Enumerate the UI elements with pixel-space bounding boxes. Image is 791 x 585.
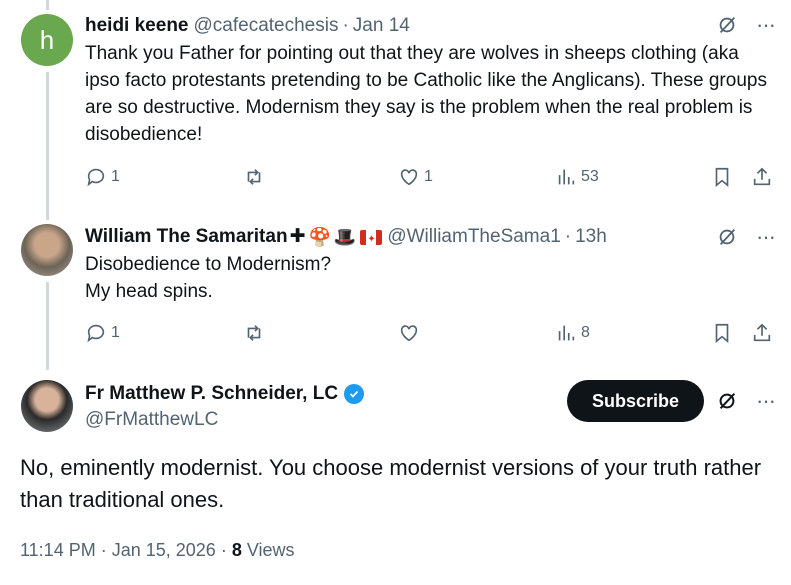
like-icon <box>400 325 418 342</box>
post-header: William The Samaritan ✚ 🍄 🎩 @WilliamTheS… <box>85 225 775 252</box>
grok-icon[interactable] <box>716 226 738 248</box>
subscribe-button[interactable]: Subscribe <box>567 380 704 422</box>
author-name[interactable]: heidi keene <box>85 14 189 38</box>
repost-button[interactable] <box>243 322 265 344</box>
author-name[interactable]: Fr Matthew P. Schneider, LC <box>85 382 338 406</box>
views-count: 8 <box>231 540 242 560</box>
author-name[interactable]: William The Samaritan <box>85 225 288 249</box>
author-handle[interactable]: @WilliamTheSama1 <box>387 225 560 249</box>
avatar[interactable] <box>21 380 73 432</box>
views-icon <box>558 169 575 185</box>
avatar[interactable] <box>21 224 73 276</box>
post-controls: ··· <box>716 14 776 36</box>
thread-line <box>46 72 49 220</box>
views-count: 53 <box>581 168 599 185</box>
thread-line <box>46 282 49 370</box>
post-text: Thank you Father for pointing out that t… <box>85 43 767 145</box>
share-icon <box>753 323 771 342</box>
post-timestamp[interactable]: 11:14 PM · Jan 15, 2026 <box>20 540 216 560</box>
more-icon[interactable]: ··· <box>756 226 776 248</box>
verified-icon <box>344 384 365 404</box>
separator-dot: · <box>564 226 572 247</box>
author-handle[interactable]: @FrMatthewLC <box>85 408 218 432</box>
share-button[interactable] <box>751 166 773 188</box>
top-hat-icon: 🎩 <box>333 227 357 247</box>
post-header: heidi keene @cafecatechesis · Jan 14 <box>85 14 775 38</box>
reply-icon <box>87 324 105 343</box>
post-meta: 11:14 PM · Jan 15, 2026 · 8 Views <box>20 540 295 561</box>
action-bar: 1 8 <box>85 322 775 350</box>
views-button[interactable]: 53 <box>555 166 599 188</box>
views-count: 8 <box>581 324 590 341</box>
post-text-line: Disobedience to Modernism? <box>85 254 332 275</box>
reply-post[interactable]: heidi keene @cafecatechesis · Jan 14 Tha… <box>85 14 775 148</box>
grok-icon[interactable] <box>716 14 738 36</box>
post-time[interactable]: 13h <box>575 225 607 249</box>
bookmark-icon <box>715 323 729 344</box>
reply-count: 1 <box>111 324 120 341</box>
author-handle[interactable]: @cafecatechesis <box>194 14 339 38</box>
views-button[interactable]: 8 <box>555 322 590 344</box>
avatar-letter: h <box>39 24 55 55</box>
share-icon <box>753 167 771 186</box>
more-icon[interactable]: ··· <box>756 390 776 412</box>
reply-count: 1 <box>111 168 120 185</box>
separator-dot: · <box>220 540 232 560</box>
views-icon <box>558 325 575 341</box>
reply-button[interactable]: 1 <box>85 166 120 188</box>
cross-emoji: ✚ <box>289 226 306 247</box>
like-icon <box>400 169 418 186</box>
action-bar: 1 1 53 <box>85 166 775 194</box>
post-controls: ··· <box>716 390 776 412</box>
post-controls: ··· <box>716 226 776 248</box>
post-text: Disobedience to Modernism? My head spins… <box>85 251 775 305</box>
separator-dot: · <box>342 15 349 36</box>
post-text-line: My head spins. <box>85 281 213 302</box>
more-icon[interactable]: ··· <box>756 14 776 36</box>
post-time[interactable]: Jan 14 <box>353 14 410 38</box>
reply-post[interactable]: William The Samaritan ✚ 🍄 🎩 @WilliamTheS… <box>85 225 775 305</box>
canada-flag-icon <box>360 228 383 252</box>
thread-line <box>46 0 49 10</box>
bookmark-button[interactable] <box>711 166 733 188</box>
like-button[interactable] <box>398 322 420 344</box>
like-button[interactable]: 1 <box>398 166 433 188</box>
repost-icon <box>247 169 261 185</box>
reply-icon <box>87 168 105 187</box>
grok-icon[interactable] <box>716 390 738 412</box>
main-post-text: No, eminently modernist. You choose mode… <box>20 455 762 512</box>
avatar[interactable]: h <box>21 14 73 66</box>
reply-button[interactable]: 1 <box>85 322 120 344</box>
repost-icon <box>247 325 261 341</box>
mushroom-icon: 🍄 <box>308 227 331 247</box>
like-count: 1 <box>424 168 433 185</box>
bookmark-button[interactable] <box>711 322 733 344</box>
repost-button[interactable] <box>243 166 265 188</box>
views-label: Views <box>246 540 295 560</box>
share-button[interactable] <box>751 322 773 344</box>
bookmark-icon <box>715 167 729 188</box>
